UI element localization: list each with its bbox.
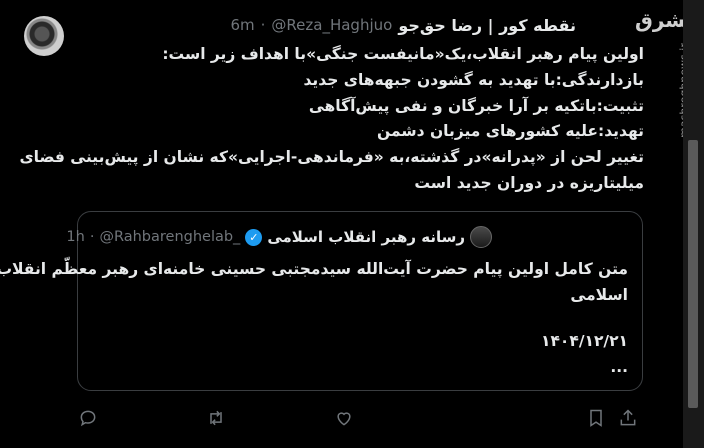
- quoted-tweet[interactable]: رسانه رهبر انقلاب اسلامی ✓ @Rahbarenghel…: [0, 211, 643, 391]
- separator-dot: ·: [89, 229, 95, 245]
- heart-icon[interactable]: [332, 406, 356, 430]
- tweet-line: تثبیت:باتکیه بر آرا خبرگان و نفی پیش‌آگا…: [308, 96, 644, 115]
- retweet-icon[interactable]: [204, 406, 228, 430]
- quoted-line: متن کامل اولین پیام حضرت آیت‌الله سیدمجت…: [0, 260, 628, 278]
- quoted-date: ۱۴۰۴/۱۲/۲۱: [540, 332, 628, 350]
- quoted-avatar: [470, 226, 492, 248]
- bookmark-icon[interactable]: [584, 406, 608, 430]
- display-name[interactable]: نقطه کور | رضا حق‌جو: [398, 16, 576, 35]
- handle[interactable]: @Reza_Haghjuo: [271, 16, 392, 34]
- reply-icon[interactable]: [76, 406, 100, 430]
- quoted-timestamp: 1h: [66, 229, 85, 245]
- action-bar: [76, 406, 636, 432]
- scrollbar-thumb[interactable]: [688, 140, 698, 408]
- quoted-tweet-text: متن کامل اولین پیام حضرت آیت‌الله سیدمجت…: [0, 256, 628, 308]
- scrollbar[interactable]: [683, 0, 704, 448]
- tweet-line: تهدید:علیه کشورهای میزبان دشمن: [377, 122, 644, 141]
- timestamp[interactable]: 6m: [230, 16, 254, 34]
- tweet-line: بازدارندگی:با تهدید به گشودن جبهه‌های جد…: [303, 70, 644, 89]
- quoted-ellipsis: ...: [610, 358, 628, 376]
- tweet-header: نقطه کور | رضا حق‌جو @Reza_Haghjuo · 6m: [230, 12, 576, 38]
- share-icon[interactable]: [616, 406, 640, 430]
- quoted-tweet-header: رسانه رهبر انقلاب اسلامی ✓ @Rahbarenghel…: [66, 226, 492, 248]
- avatar[interactable]: [24, 16, 64, 56]
- tweet-line: اولین پیام رهبر انقلاب،یک«مانیفست جنگی»ب…: [162, 45, 644, 63]
- quoted-display-name: رسانه رهبر انقلاب اسلامی: [267, 228, 465, 246]
- quoted-handle: @Rahbarenghelab_: [99, 229, 241, 245]
- tweet-line: میلیتاریزه در دوران جدید است: [414, 173, 644, 192]
- verified-badge-icon: ✓: [245, 228, 263, 246]
- tweet[interactable]: نقطه کور | رضا حق‌جو @Reza_Haghjuo · 6m …: [0, 0, 704, 448]
- tweet-text: اولین پیام رهبر انقلاب،یک«مانیفست جنگی»ب…: [19, 42, 644, 197]
- separator-dot: ·: [260, 16, 266, 34]
- tweet-line: تغییر لحن از «پدرانه»در گذشته،به «فرماند…: [19, 148, 644, 167]
- quoted-line: اسلامی: [570, 286, 628, 304]
